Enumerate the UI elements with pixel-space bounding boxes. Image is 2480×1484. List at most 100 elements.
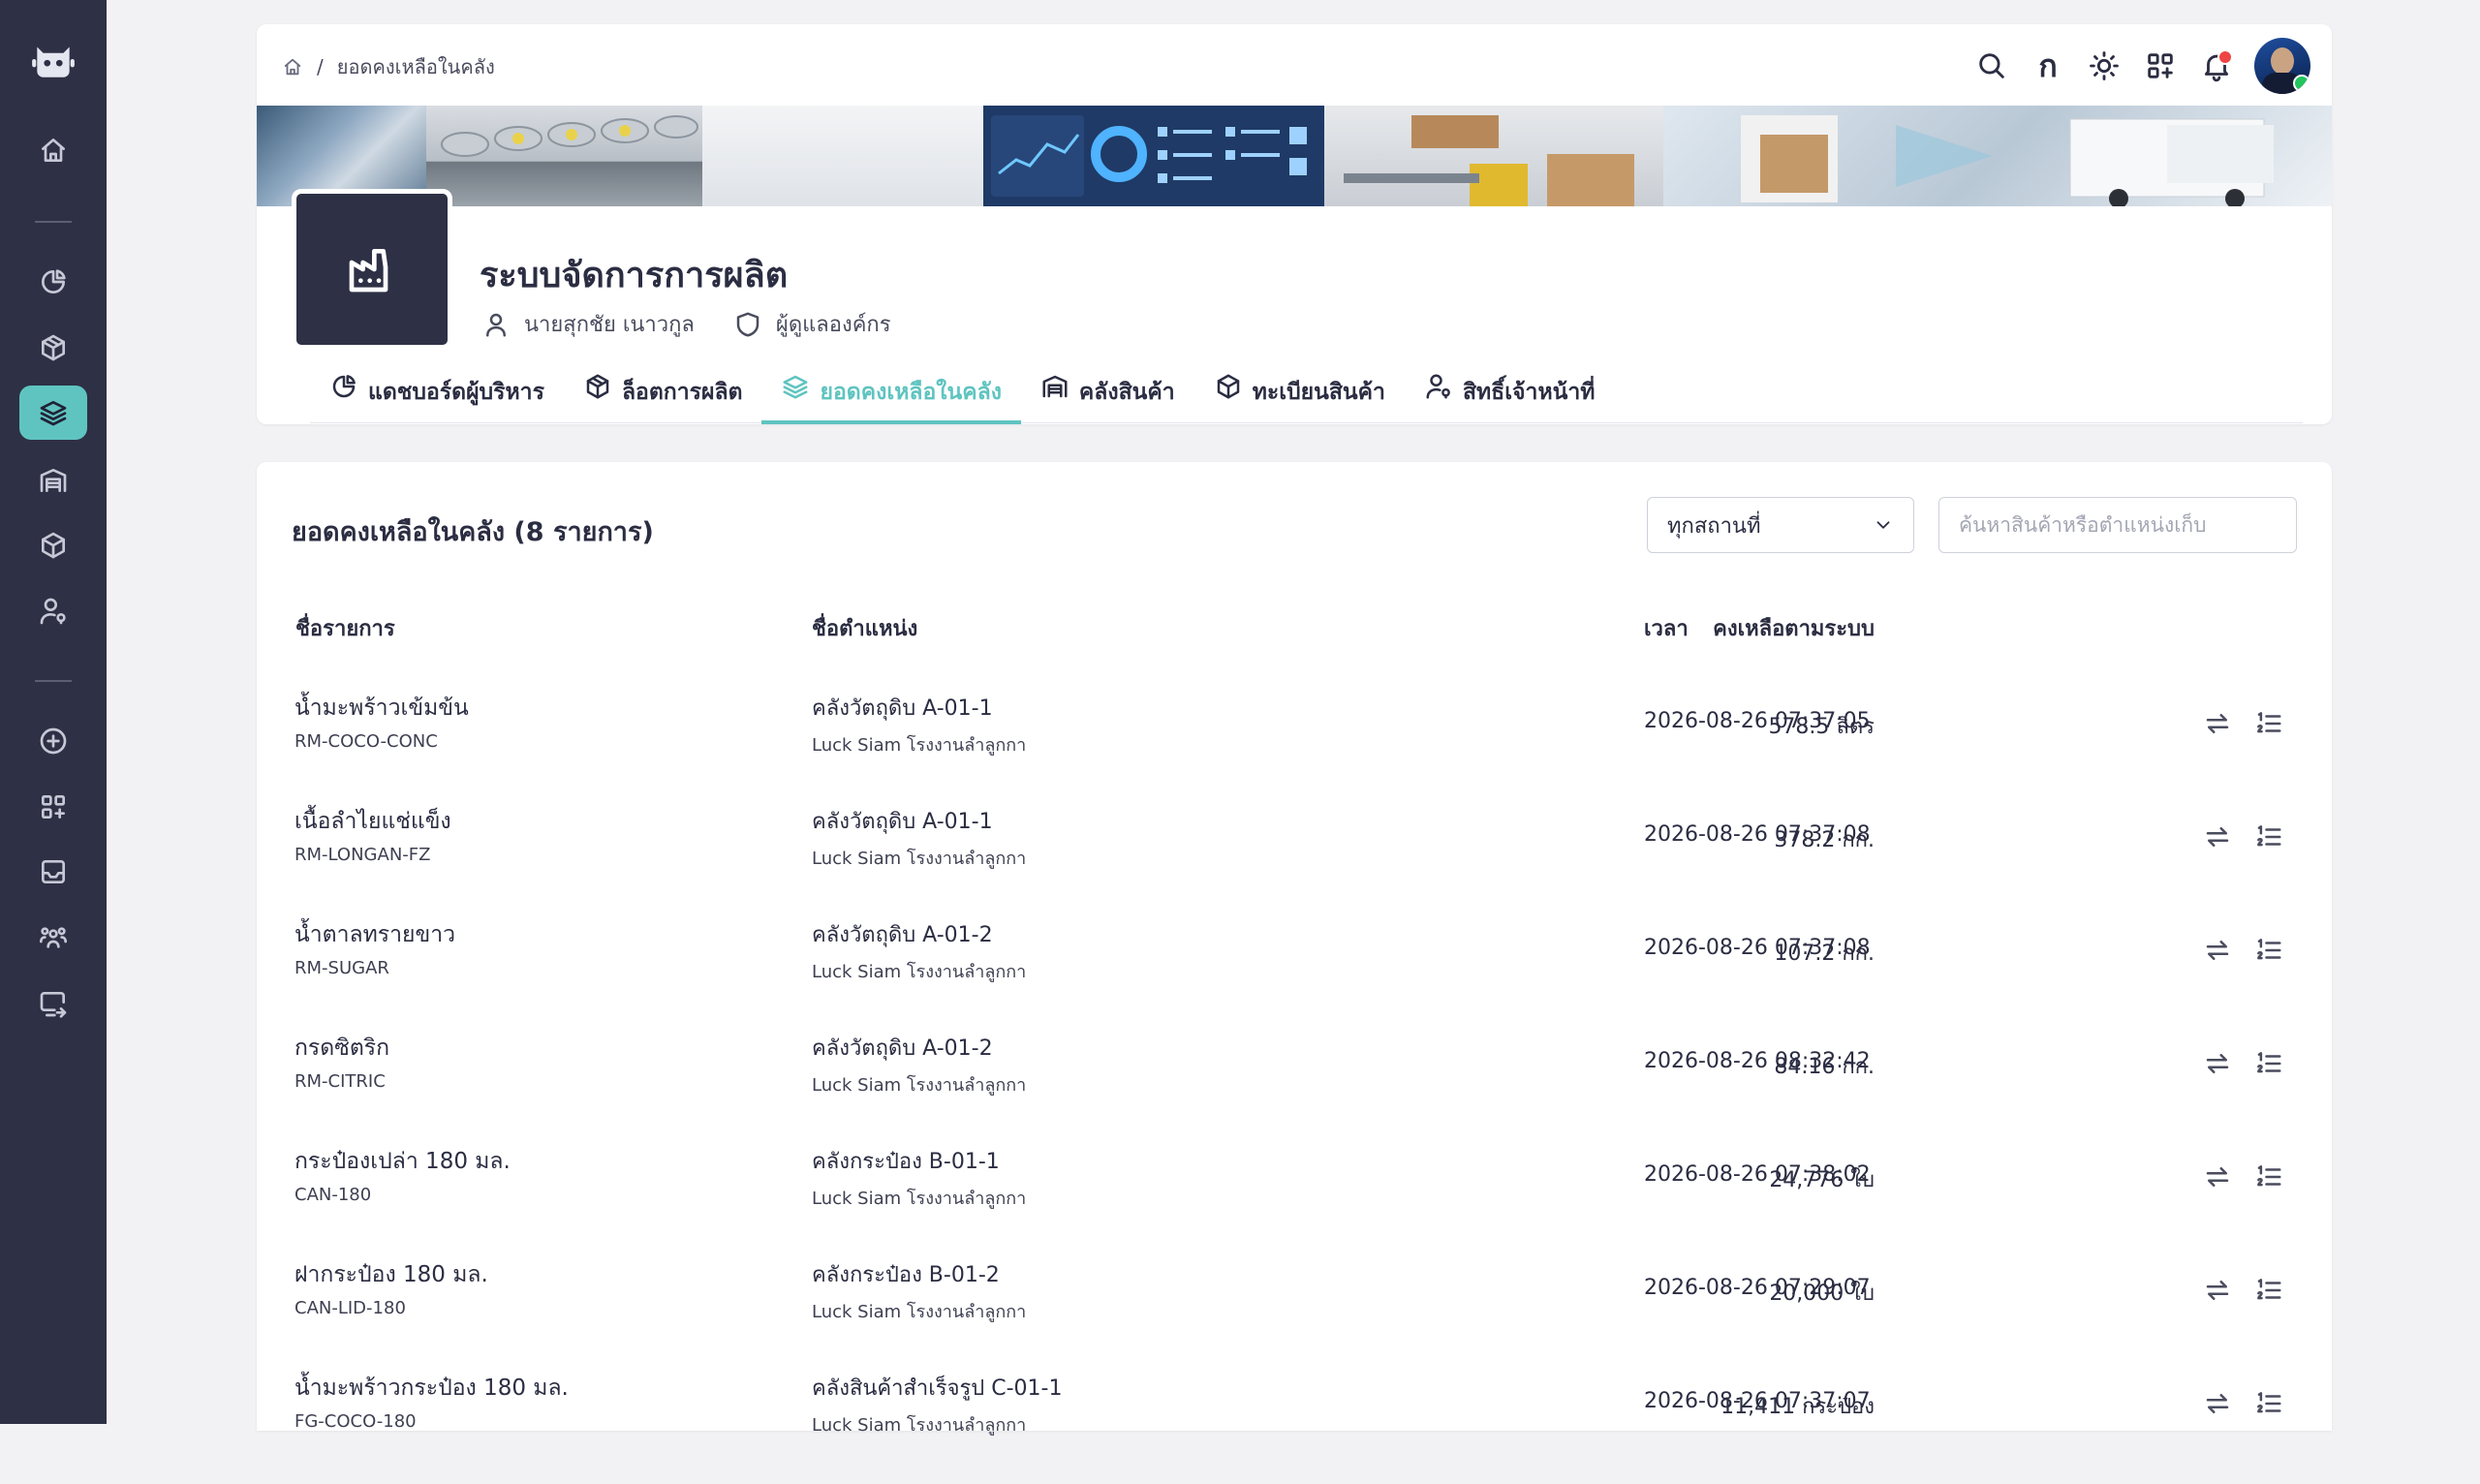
- sidebar-plus-circle-icon[interactable]: [19, 714, 87, 768]
- location-name: คลังวัตถุดิบ A-01-2: [812, 1036, 993, 1061]
- item-code: FG-COCO-180: [294, 1411, 417, 1432]
- transfer-icon[interactable]: [2200, 1046, 2235, 1081]
- tab-label: แดชบอร์ดผู้บริหาร: [368, 380, 544, 405]
- location-site: Luck Siam โรงงานลำลูกกา: [812, 1075, 1027, 1096]
- location-filter-select[interactable]: ทุกสถานที่: [1647, 497, 1914, 553]
- tab-label: ทะเบียนสินค้า: [1252, 380, 1385, 405]
- language-icon[interactable]: ก: [2020, 38, 2076, 94]
- time-value: 2026-08-26 07:37:05: [1644, 709, 1871, 733]
- tab-warehouses[interactable]: คลังสินค้า: [1021, 375, 1194, 424]
- tab-staff-permissions[interactable]: สิทธิ์เจ้าหน้าที่: [1405, 375, 1614, 424]
- sidebar-chart-pie-icon[interactable]: [19, 255, 87, 309]
- user-icon: [481, 310, 511, 339]
- tab-production-lots[interactable]: ล็อตการผลิต: [564, 375, 762, 424]
- time-value: 2026-08-26 07:37:08: [1644, 936, 1871, 960]
- topbar: / ยอดคงเหลือในคลัง ก: [257, 24, 2332, 106]
- tab-inventory-balance[interactable]: ยอดคงเหลือในคลัง: [761, 375, 1021, 424]
- user-meta: นายสุกชัย เนาวกูล ผู้ดูแลองค์กร: [481, 307, 891, 341]
- transfer-icon[interactable]: [2200, 933, 2235, 968]
- tab-executive-dashboard[interactable]: แดชบอร์ดผู้บริหาร: [310, 375, 564, 424]
- language-glyph: ก: [2038, 46, 2058, 84]
- location-site: Luck Siam โรงงานลำลูกกา: [812, 849, 1027, 869]
- chart-pie-icon: [329, 375, 358, 401]
- sidebar-users-icon[interactable]: [19, 911, 87, 965]
- table-row: เนื้อลำไยแช่แข็ง RM-LONGAN-FZ คลังวัตถุดิ…: [257, 804, 2332, 917]
- location-name: คลังวัตถุดิบ A-01-2: [812, 923, 993, 947]
- sidebar: [0, 0, 107, 1424]
- robot-logo-icon[interactable]: [29, 35, 78, 83]
- banner-image: [257, 106, 2332, 206]
- search-icon[interactable]: [1964, 38, 2020, 94]
- transfer-icon[interactable]: [2200, 1159, 2235, 1194]
- item-name: กระป๋องเปล่า 180 มล.: [294, 1149, 511, 1174]
- transfer-icon[interactable]: [2200, 1386, 2235, 1421]
- column-header-qty: คงเหลือตามระบบ: [1713, 617, 1875, 641]
- location-name: คลังกระป๋อง B-01-1: [812, 1150, 1000, 1174]
- inventory-card: ยอดคงเหลือในคลัง (8 รายการ) ทุกสถานที่ ช…: [257, 462, 2332, 1436]
- table-row: น้ำมะพร้าวเข้มข้น RM-COCO-CONC คลังวัตถุด…: [257, 691, 2332, 804]
- transfer-icon[interactable]: [2200, 706, 2235, 741]
- list-numbered-icon[interactable]: [2251, 933, 2286, 968]
- tab-label: ล็อตการผลิต: [621, 380, 743, 405]
- column-header-time: เวลา: [1644, 617, 1689, 641]
- breadcrumb-home-icon[interactable]: [282, 56, 303, 77]
- location-site: Luck Siam โรงงานลำลูกกา: [812, 1415, 1027, 1436]
- table-row: น้ำตาลทรายขาว RM-SUGAR คลังวัตถุดิบ A-01-…: [257, 917, 2332, 1031]
- sidebar-divider: [35, 680, 72, 682]
- item-code: RM-COCO-CONC: [294, 731, 438, 752]
- time-value: 2026-08-26 07:29:07: [1644, 1276, 1871, 1300]
- bell-icon[interactable]: [2188, 38, 2245, 94]
- apps-icon[interactable]: [2132, 38, 2188, 94]
- online-status-dot: [2293, 75, 2310, 92]
- sidebar-warehouse-icon[interactable]: [19, 453, 87, 508]
- time-value: 2026-08-26 07:37:08: [1644, 822, 1871, 847]
- item-name: กรดซิตริก: [294, 1036, 390, 1061]
- list-numbered-icon[interactable]: [2251, 1159, 2286, 1194]
- inventory-title: ยอดคงเหลือในคลัง (8 รายการ): [292, 517, 654, 547]
- item-name: น้ำมะพร้าวเข้มข้น: [294, 696, 469, 721]
- location-site: Luck Siam โรงงานลำลูกกา: [812, 1189, 1027, 1209]
- avatar[interactable]: [2254, 38, 2310, 94]
- warehouse-icon: [1040, 375, 1070, 401]
- app-title: ระบบจัดการการผลิต: [480, 256, 789, 295]
- sidebar-apps-add-icon[interactable]: [19, 780, 87, 834]
- location-name: คลังกระป๋อง B-01-2: [812, 1263, 1000, 1287]
- header-card: / ยอดคงเหลือในคลัง ก ระบบจัดการการผลิต น…: [257, 24, 2332, 424]
- tab-product-registry[interactable]: ทะเบียนสินค้า: [1194, 375, 1405, 424]
- sidebar-inbox-icon[interactable]: [19, 845, 87, 899]
- transfer-icon[interactable]: [2200, 1273, 2235, 1308]
- transfer-icon[interactable]: [2200, 819, 2235, 854]
- location-site: Luck Siam โรงงานลำลูกกา: [812, 962, 1027, 982]
- user-name: นายสุกชัย เนาวกูล: [524, 313, 695, 337]
- item-code: RM-CITRIC: [294, 1071, 386, 1092]
- location-filter-value: ทุกสถานที่: [1667, 513, 1761, 539]
- sidebar-layers-icon[interactable]: [19, 386, 87, 440]
- list-numbered-icon[interactable]: [2251, 706, 2286, 741]
- notification-dot: [2217, 49, 2233, 65]
- item-name: เนื้อลำไยแช่แข็ง: [294, 809, 451, 834]
- breadcrumb: / ยอดคงเหลือในคลัง: [282, 51, 495, 82]
- layers-icon: [781, 375, 810, 401]
- item-name: ฝากระป๋อง 180 มล.: [294, 1262, 488, 1287]
- sidebar-cube-icon[interactable]: [19, 518, 87, 572]
- time-value: 2026-08-26 08:32:42: [1644, 1049, 1871, 1073]
- sidebar-divider: [35, 221, 72, 223]
- tab-label: สิทธิ์เจ้าหน้าที่: [1462, 380, 1596, 405]
- list-numbered-icon[interactable]: [2251, 1386, 2286, 1421]
- sidebar-box-icon[interactable]: [19, 321, 87, 375]
- item-code: CAN-180: [294, 1185, 372, 1205]
- item-code: CAN-LID-180: [294, 1298, 406, 1318]
- list-numbered-icon[interactable]: [2251, 1273, 2286, 1308]
- shield-icon: [733, 310, 762, 339]
- sidebar-home-icon[interactable]: [19, 123, 87, 177]
- sidebar-screen-share-icon[interactable]: [19, 976, 87, 1031]
- inventory-search-input[interactable]: [1938, 497, 2297, 553]
- location-name: คลังสินค้าสำเร็จรูป C-01-1: [812, 1376, 1063, 1401]
- theme-sun-icon[interactable]: [2076, 38, 2132, 94]
- item-name: น้ำตาลทรายขาว: [294, 922, 456, 947]
- list-numbered-icon[interactable]: [2251, 819, 2286, 854]
- user-role: ผู้ดูแลองค์กร: [775, 313, 891, 337]
- list-numbered-icon[interactable]: [2251, 1046, 2286, 1081]
- sidebar-user-lock-icon[interactable]: [19, 584, 87, 638]
- table-row: น้ำมะพร้าวกระป๋อง 180 มล. FG-COCO-180 คลั…: [257, 1371, 2332, 1484]
